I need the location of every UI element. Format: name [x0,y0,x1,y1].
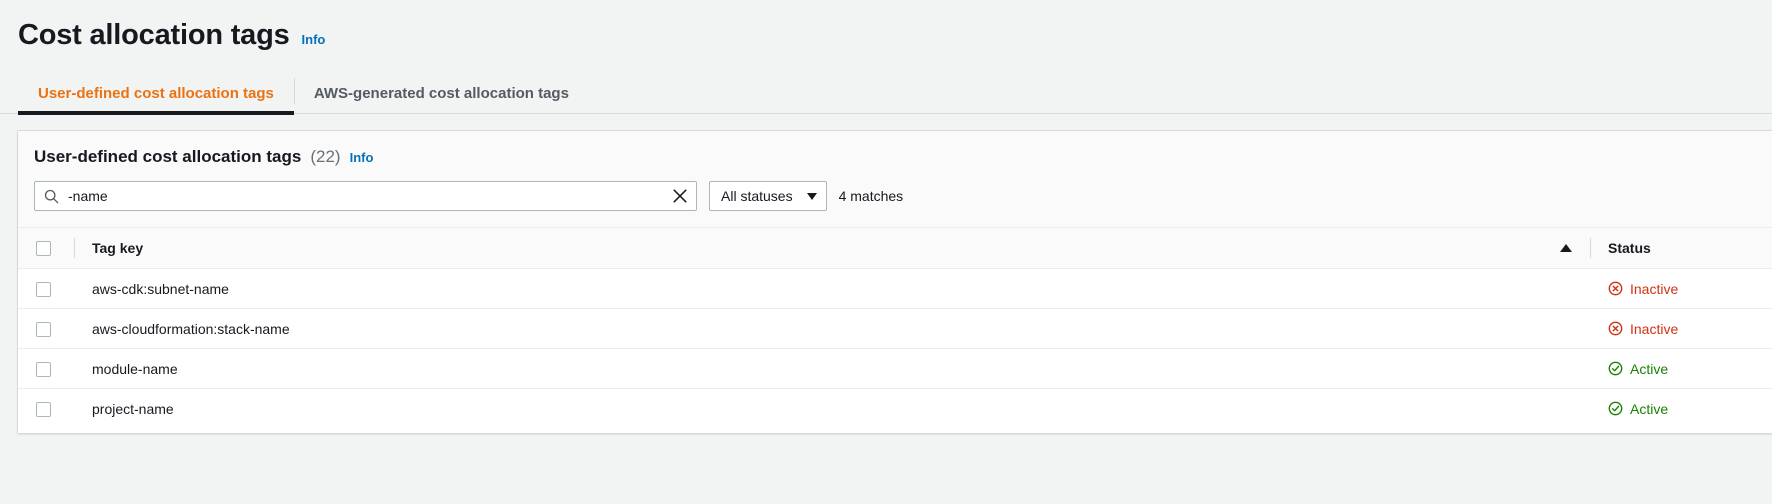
row-select-cell [18,308,74,349]
search-input[interactable] [59,182,672,210]
row-checkbox[interactable] [36,361,51,377]
status-label: Inactive [1630,280,1679,297]
status-cell: Active [1590,348,1772,389]
table-row[interactable]: aws-cdk:subnet-name Inactive [18,268,1772,309]
tab-aws-generated-cost-allocation-tags[interactable]: AWS-generated cost allocation tags [293,72,589,114]
search-box[interactable] [34,181,697,211]
table-header-row: Tag key Status [18,227,1772,269]
tag-key-header[interactable]: Tag key [74,227,1590,269]
row-select-cell [18,268,74,309]
panel-title: User-defined cost allocation tags [34,147,302,166]
tag-key-header-label: Tag key [92,240,144,256]
status-cell: Inactive [1590,308,1772,349]
chevron-down-icon [806,192,817,200]
status-label: Active [1630,400,1669,417]
panel-info-link[interactable]: Info [350,150,374,165]
status-cell: Inactive [1590,268,1772,309]
matches-count: 4 matches [838,188,904,204]
table-body: aws-cdk:subnet-name Inactive aws-cloudfo… [18,268,1772,429]
status-label: Active [1630,360,1669,377]
tags-table: Tag key Status aws-cdk:subnet-name Inact… [18,227,1772,429]
row-select-cell [18,388,74,429]
status-header[interactable]: Status [1590,227,1772,269]
tab-label: AWS-generated cost allocation tags [313,84,569,102]
search-icon [44,189,59,203]
page-title: Cost allocation tags [18,19,290,51]
select-all-header [18,227,74,269]
status-cell: Active [1590,388,1772,429]
tabs-bar: User-defined cost allocation tags AWS-ge… [0,72,1772,115]
panel-header: User-defined cost allocation tags (22) I… [18,131,1772,227]
panel-footer [18,428,1772,433]
tab-user-defined-cost-allocation-tags[interactable]: User-defined cost allocation tags [18,72,294,115]
status-label: Inactive [1630,320,1679,337]
table-row[interactable]: project-name Active [18,388,1772,429]
status-filter-select[interactable]: All statuses [709,181,827,211]
close-icon[interactable] [672,188,688,204]
error-circle-icon [1608,321,1623,336]
tab-label: User-defined cost allocation tags [38,84,274,102]
sort-ascending-icon[interactable] [1560,244,1572,252]
row-checkbox[interactable] [36,281,51,297]
table-row[interactable]: aws-cloudformation:stack-name Inactive [18,308,1772,349]
check-circle-icon [1608,361,1623,376]
row-checkbox[interactable] [36,321,51,337]
tag-key-cell: project-name [74,388,1590,429]
error-circle-icon [1608,281,1623,296]
tab-list: User-defined cost allocation tags AWS-ge… [0,72,1772,115]
page-info-link[interactable]: Info [302,32,326,47]
status-filter-label: All statuses [721,188,793,204]
status-header-label: Status [1608,240,1651,256]
page-header: Cost allocation tags Info [0,0,1772,52]
row-checkbox[interactable] [36,402,51,418]
tag-key-cell: aws-cdk:subnet-name [74,268,1590,309]
table-header: Tag key Status [18,227,1772,269]
tags-panel: User-defined cost allocation tags (22) I… [17,130,1772,434]
row-select-cell [18,348,74,389]
filter-bar: All statuses 4 matches [34,167,1772,227]
panel-count: (22) [310,147,341,166]
select-all-checkbox[interactable] [36,241,51,257]
panel-title-row: User-defined cost allocation tags (22) I… [34,147,1772,167]
tag-key-cell: module-name [74,348,1590,389]
table-row[interactable]: module-name Active [18,348,1772,389]
check-circle-icon [1608,401,1623,416]
tag-key-cell: aws-cloudformation:stack-name [74,308,1590,349]
